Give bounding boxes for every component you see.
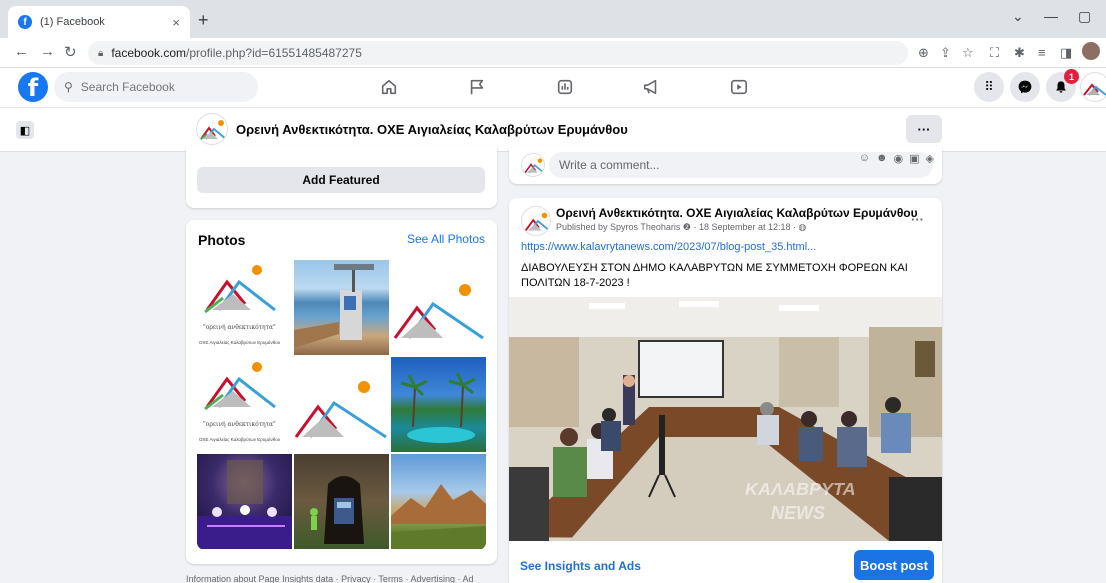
photos-card: Photos See All Photos "ορεινή ανθεκτικότ… bbox=[186, 220, 497, 564]
photo-thumbnail[interactable] bbox=[391, 357, 486, 452]
lock-icon: 🔒︎ bbox=[98, 47, 104, 59]
account-avatar[interactable] bbox=[1080, 72, 1106, 102]
menu-grid-icon[interactable]: ⠿ bbox=[974, 72, 1004, 102]
logo-caption: "ορεινή ανθεκτικότητα" bbox=[203, 421, 276, 428]
gif-icon[interactable]: ▣ bbox=[909, 152, 919, 165]
share-icon[interactable]: ⇪ bbox=[940, 45, 951, 61]
home-icon[interactable] bbox=[378, 76, 400, 98]
messenger-icon[interactable] bbox=[1010, 72, 1040, 102]
bookmark-star-icon[interactable]: ☆ bbox=[962, 45, 974, 61]
logo-subcaption: ΟΧΕ Αιγιαλείας Καλαβρύτων Ερυμάνθου bbox=[199, 340, 281, 345]
photo-thumbnail[interactable]: "ορεινή ανθεκτικότητα" ΟΧΕ Αιγιαλείας Κα… bbox=[197, 357, 292, 452]
notifications-bell-icon[interactable]: 1 bbox=[1046, 69, 1079, 102]
commenter-avatar bbox=[521, 153, 545, 177]
new-tab-button[interactable]: + bbox=[198, 10, 209, 31]
megaphone-icon[interactable] bbox=[640, 76, 662, 98]
tab-close-icon[interactable]: × bbox=[172, 15, 180, 30]
video-icon[interactable] bbox=[728, 76, 750, 98]
facebook-favicon-icon: f bbox=[18, 15, 32, 29]
watermark-text: ΚΑΛΑΒΡΥΤΑ bbox=[745, 479, 856, 499]
see-insights-link[interactable]: See Insights and Ads bbox=[520, 559, 641, 573]
post-options-button[interactable]: ··· bbox=[911, 212, 924, 227]
forward-icon[interactable]: → bbox=[40, 43, 55, 60]
comment-card: Write a comment... ☺ ☻ ◉ ▣ ◈ bbox=[509, 146, 942, 184]
photo-thumbnail[interactable] bbox=[294, 454, 389, 549]
extension-icon[interactable]: ⛶ bbox=[990, 45, 999, 61]
emoji-icon[interactable]: ☻ bbox=[876, 152, 888, 165]
minimize-icon[interactable]: — bbox=[1044, 8, 1058, 24]
tab-search-icon[interactable]: ⌄ bbox=[1012, 8, 1024, 25]
post-author-avatar[interactable] bbox=[521, 206, 551, 236]
restore-icon[interactable]: ▢ bbox=[1078, 8, 1091, 25]
reading-list-icon[interactable]: ≡ bbox=[1038, 45, 1046, 60]
url-host: facebook.com bbox=[111, 46, 187, 60]
search-input[interactable] bbox=[80, 80, 231, 94]
boost-post-button[interactable]: Boost post bbox=[854, 550, 934, 580]
back-icon[interactable]: ← bbox=[14, 43, 29, 60]
profile-avatar[interactable] bbox=[1082, 42, 1100, 60]
page-more-button[interactable]: ··· bbox=[906, 115, 942, 143]
facebook-logo-icon[interactable]: f bbox=[18, 72, 48, 102]
page-avatar[interactable] bbox=[196, 113, 228, 145]
browser-tab-bar: f (1) Facebook × + ⌄ — ▢ bbox=[0, 0, 1106, 38]
url-path: /profile.php?id=61551485487275 bbox=[186, 46, 362, 60]
photo-thumbnail[interactable] bbox=[294, 357, 389, 452]
post-link[interactable]: https://www.kalavrytanews.com/2023/07/bl… bbox=[521, 241, 816, 253]
photo-thumbnail[interactable] bbox=[197, 454, 292, 549]
photo-grid: "ορεινή ανθεκτικότητα" ΟΧΕ Αιγιαλείας Κα… bbox=[197, 260, 486, 550]
camera-icon[interactable]: ◉ bbox=[894, 152, 904, 165]
tab-title: (1) Facebook bbox=[40, 16, 105, 28]
featured-card: Add Featured bbox=[186, 146, 497, 208]
browser-tab[interactable]: f (1) Facebook × bbox=[8, 6, 190, 38]
comment-tools: ☺ ☻ ◉ ▣ ◈ bbox=[859, 152, 934, 165]
address-bar: ← → ↻ 🔒︎ facebook.com/profile.php?id=615… bbox=[0, 38, 1106, 68]
sidebar-toggle-icon[interactable]: ◧ bbox=[16, 121, 34, 139]
avatar-sticker-icon[interactable]: ☺ bbox=[859, 152, 870, 165]
puzzle-icon[interactable]: ✱ bbox=[1014, 45, 1025, 61]
post-text: ΔΙΑΒΟΥΛΕΥΣΗ ΣΤΟΝ ΔΗΜΟ ΚΑΛΑΒΡΥΤΩΝ ΜΕ ΣΥΜΜ… bbox=[521, 262, 908, 289]
page-title[interactable]: Ορεινή Ανθεκτικότητα. ΟΧΕ Αιγιαλείας Καλ… bbox=[236, 122, 628, 137]
flag-icon[interactable] bbox=[466, 76, 488, 98]
photo-thumbnail[interactable] bbox=[294, 260, 389, 355]
photo-thumbnail[interactable] bbox=[391, 454, 486, 549]
search-box[interactable]: ⚲ bbox=[54, 72, 258, 102]
logo-subcaption: ΟΧΕ Αιγιαλείας Καλαβρύτων Ερυμάνθου bbox=[199, 437, 281, 442]
photos-title: Photos bbox=[198, 232, 246, 248]
add-featured-button[interactable]: Add Featured bbox=[197, 167, 485, 193]
search-icon: ⚲ bbox=[64, 80, 73, 94]
comment-placeholder: Write a comment... bbox=[559, 158, 660, 172]
facebook-top-nav: f ⚲ ⠿ 1 bbox=[0, 68, 1106, 108]
sticker-icon[interactable]: ◈ bbox=[926, 152, 934, 165]
post-card: Ορεινή Ανθεκτικότητα. ΟΧΕ Αιγιαλείας Καλ… bbox=[509, 198, 942, 583]
photo-thumbnail[interactable] bbox=[391, 260, 486, 355]
insights-icon[interactable] bbox=[554, 76, 576, 98]
see-all-photos-link[interactable]: See All Photos bbox=[407, 232, 485, 246]
notification-badge: 1 bbox=[1064, 69, 1079, 84]
install-icon[interactable]: ⊕ bbox=[918, 45, 929, 61]
photo-thumbnail[interactable]: "ορεινή ανθεκτικότητα" ΟΧΕ Αιγιαλείας Κα… bbox=[197, 260, 292, 355]
reload-icon[interactable]: ↻ bbox=[64, 43, 77, 61]
post-photo[interactable]: ΚΑΛΑΒΡΥΤΑ NEWS bbox=[509, 297, 942, 541]
post-meta: Published by Spyros Theoharis ❷ · 18 Sep… bbox=[556, 222, 807, 232]
watermark-text: NEWS bbox=[771, 503, 825, 523]
side-panel-icon[interactable]: ◨ bbox=[1060, 45, 1072, 61]
post-author[interactable]: Ορεινή Ανθεκτικότητα. ΟΧΕ Αιγιαλείας Καλ… bbox=[556, 206, 918, 220]
page-insights-footer[interactable]: Information about Page Insights data · P… bbox=[186, 574, 506, 583]
url-field[interactable]: 🔒︎ facebook.com/profile.php?id=615514854… bbox=[88, 41, 908, 65]
logo-caption: "ορεινή ανθεκτικότητα" bbox=[203, 324, 276, 331]
